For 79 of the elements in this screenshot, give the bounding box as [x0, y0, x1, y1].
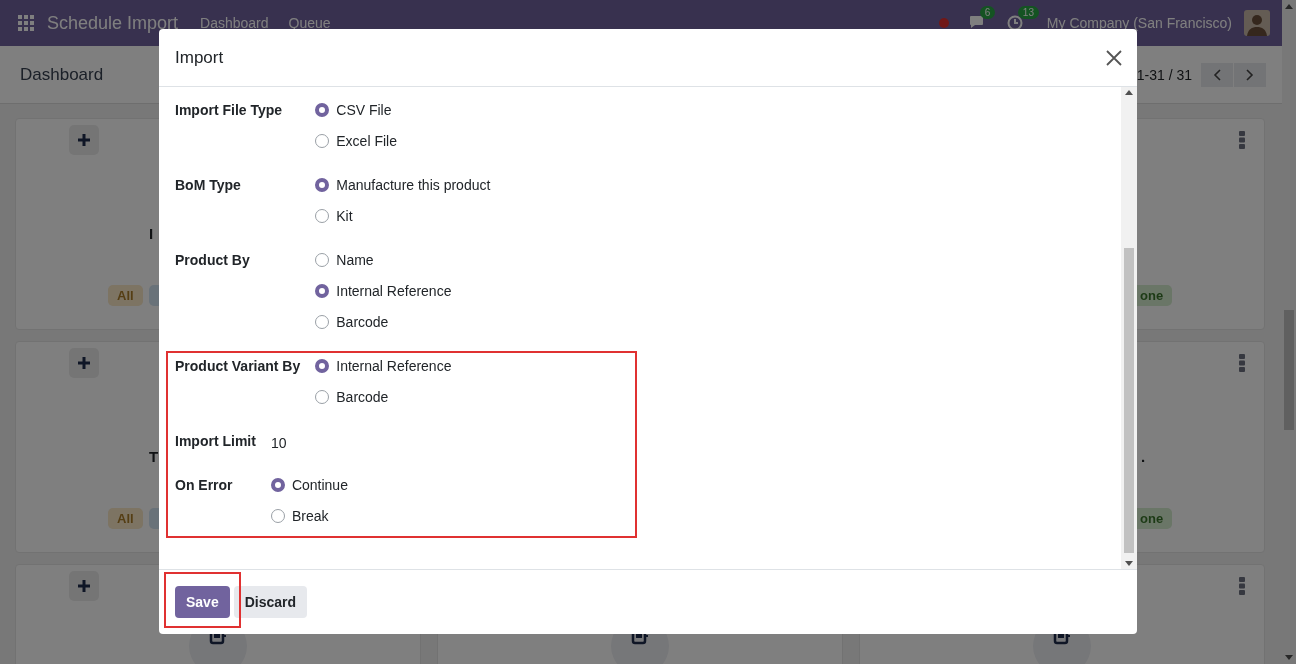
radio-button[interactable] — [270, 509, 285, 523]
card-title: T — [149, 448, 159, 465]
radio-option[interactable]: Name — [315, 250, 1105, 270]
radio-button[interactable] — [315, 178, 330, 192]
field-label: Product Variant By — [175, 357, 301, 376]
option-label[interactable]: Barcode — [336, 312, 389, 332]
card-title: I — [149, 225, 154, 242]
field-label: Import Limit — [175, 432, 256, 451]
scroll-down-arrow-icon[interactable] — [1285, 655, 1293, 660]
radio-button[interactable] — [315, 390, 330, 404]
radio-option[interactable]: Excel File — [315, 131, 1105, 151]
radio-option[interactable]: Continue — [270, 475, 1105, 495]
scroll-up-arrow-icon[interactable] — [1125, 90, 1133, 95]
kebab-icon — [1238, 131, 1246, 149]
plus-icon — [78, 134, 90, 146]
previous-button[interactable] — [1201, 62, 1233, 87]
radio-option[interactable]: Manufacture this product — [315, 175, 1105, 195]
option-label[interactable]: Name — [336, 250, 374, 270]
scroll-up-arrow-icon[interactable] — [1285, 4, 1293, 9]
radio-button[interactable] — [315, 315, 330, 329]
option-label[interactable]: Internal Reference — [336, 281, 452, 301]
chevron-right-icon — [1246, 68, 1254, 81]
radio-option[interactable]: Internal Reference — [315, 281, 1105, 301]
radio-option[interactable]: Break — [270, 506, 1105, 526]
option-label[interactable]: Excel File — [336, 131, 397, 151]
option-label[interactable]: Kit — [336, 206, 353, 226]
radio-button[interactable] — [315, 253, 330, 267]
option-label[interactable]: CSV File — [336, 100, 392, 120]
radio-option[interactable]: Kit — [315, 206, 1105, 226]
radio-option[interactable]: Barcode — [315, 387, 1105, 407]
radio-option[interactable]: Internal Reference — [315, 356, 1105, 376]
radio-button[interactable] — [315, 209, 330, 223]
close-icon — [1105, 48, 1123, 67]
kebab-icon — [1238, 354, 1246, 372]
dialog-scrollbar[interactable] — [1121, 87, 1137, 569]
message-count: 6 — [979, 6, 996, 19]
plus-icon — [78, 580, 90, 592]
field-label: Product By — [175, 251, 251, 270]
option-label[interactable]: Manufacture this product — [336, 175, 491, 195]
add-button[interactable] — [69, 348, 99, 378]
next-button[interactable] — [1234, 62, 1266, 87]
more-options-button[interactable] — [1238, 354, 1246, 372]
scrollbar-thumb[interactable] — [1124, 248, 1134, 553]
radio-button[interactable] — [315, 359, 330, 373]
field-value[interactable]: 10 — [270, 433, 1105, 453]
record-dot-icon[interactable] — [938, 18, 949, 28]
discard-button[interactable]: Discard — [233, 586, 308, 618]
field-label: BoM Type — [175, 176, 242, 195]
add-button[interactable] — [69, 571, 99, 601]
clock-icon[interactable] — [1006, 15, 1023, 31]
option-label[interactable]: Continue — [291, 475, 348, 495]
option-label[interactable]: Break — [291, 506, 329, 526]
radio-button[interactable] — [315, 134, 330, 148]
add-button[interactable] — [69, 125, 99, 155]
save-button[interactable]: Save — [175, 586, 230, 618]
kebab-icon — [1238, 577, 1246, 595]
radio-button[interactable] — [315, 284, 330, 298]
option-label[interactable]: Internal Reference — [336, 356, 452, 376]
scroll-down-arrow-icon[interactable] — [1125, 561, 1133, 566]
scrollbar-thumb[interactable] — [1284, 310, 1294, 430]
page-title: Dashboard — [20, 64, 104, 85]
more-options-button[interactable] — [1238, 131, 1246, 149]
pager-value[interactable]: 1-31 / 31 — [1136, 66, 1192, 83]
more-options-button[interactable] — [1238, 577, 1246, 595]
radio-button[interactable] — [315, 103, 330, 117]
apps-menu-icon[interactable] — [18, 15, 34, 31]
avatar[interactable] — [1244, 10, 1270, 36]
radio-option[interactable]: Barcode — [315, 312, 1105, 332]
close-button[interactable] — [1105, 48, 1123, 67]
field-label: Import File Type — [175, 101, 284, 120]
dialog-title: Import — [175, 47, 224, 68]
plus-icon — [78, 357, 90, 369]
field-label: On Error — [175, 476, 234, 495]
radio-button[interactable] — [270, 478, 285, 492]
option-label[interactable]: Barcode — [336, 387, 389, 407]
activity-count: 13 — [1017, 6, 1039, 19]
chevron-left-icon — [1213, 68, 1221, 81]
card-title: . — [1141, 448, 1146, 465]
radio-option[interactable]: CSV File — [315, 100, 1105, 120]
